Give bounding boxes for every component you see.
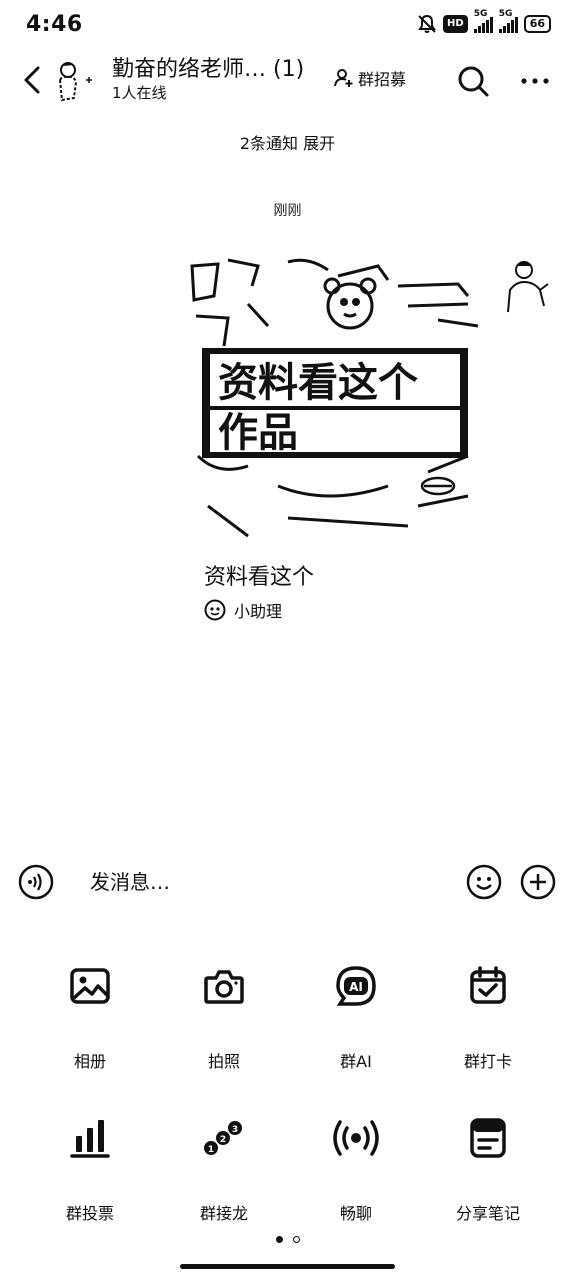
chat-screen: 4:46 HD 5G 5G 66 勤奋的络老师… (1) 1人在线 群招募 2条… (0, 0, 575, 1280)
tool-label: 群AI (340, 1052, 372, 1071)
voice-icon[interactable] (18, 864, 54, 900)
hd-badge: HD (443, 15, 468, 33)
tool-live-chat[interactable]: 畅聊 (296, 1116, 416, 1224)
group-title: 勤奋的络老师… (1) (112, 57, 305, 82)
tool-label: 相册 (73, 1052, 106, 1071)
sender-avatar[interactable] (500, 256, 550, 318)
image-icon (70, 968, 110, 1004)
signal-icon-1: 5G (473, 9, 493, 33)
svg-text:2: 2 (220, 1135, 226, 1145)
bar-chart-icon (70, 1120, 110, 1158)
status-icons: HD 5G 5G 66 (417, 9, 551, 34)
card-title: 资料看这个 (204, 565, 315, 590)
battery-icon: 66 (523, 15, 551, 33)
panel-pager (0, 1236, 575, 1243)
svg-text:作品: 作品 (218, 410, 298, 456)
pager-dot-active[interactable] (275, 1236, 283, 1243)
svg-text:资料看这个: 资料看这个 (218, 360, 418, 406)
tool-group-ai[interactable]: AI 群AI (296, 964, 416, 1072)
svg-text:1: 1 (208, 1145, 214, 1155)
cover-illustration: 资料看这个 作品 (188, 256, 484, 552)
message-input-bar (0, 856, 575, 908)
online-count: 1人在线 (112, 84, 167, 102)
recruit-label: 群招募 (358, 70, 407, 89)
tool-vote[interactable]: 群投票 (30, 1116, 150, 1224)
tool-share-note[interactable]: 分享笔记 (428, 1116, 548, 1224)
message-timestamp: 刚刚 (273, 203, 302, 219)
message-input[interactable] (80, 864, 460, 900)
group-recruit-button[interactable]: 群招募 (334, 66, 406, 90)
tool-label: 群接龙 (199, 1204, 248, 1223)
status-time: 4:46 (26, 12, 83, 37)
home-indicator[interactable] (180, 1264, 395, 1269)
title-block[interactable]: 勤奋的络老师… (1) 1人在线 (112, 56, 304, 102)
tool-label: 拍照 (207, 1052, 240, 1071)
tool-relay[interactable]: 1 2 3 群接龙 (164, 1116, 284, 1224)
relay-icon: 1 2 3 (204, 1121, 242, 1155)
status-bar: 4:46 HD 5G 5G 66 (0, 0, 575, 52)
shared-note-card[interactable]: 资料看这个 作品 资料看这个 小助理 (188, 256, 484, 622)
svg-text:3: 3 (232, 1125, 238, 1135)
tool-label: 畅聊 (339, 1204, 372, 1223)
broadcast-icon (333, 1120, 379, 1156)
tool-label: 群投票 (65, 1204, 114, 1223)
group-avatar[interactable] (54, 56, 98, 106)
tool-camera[interactable]: 拍照 (164, 964, 284, 1072)
emoji-icon[interactable] (466, 864, 502, 900)
pager-dot[interactable] (292, 1236, 300, 1243)
svg-text:AI: AI (349, 980, 363, 994)
bell-muted-icon (418, 14, 436, 33)
plus-icon[interactable] (520, 864, 556, 900)
signal-icon-2: 5G (498, 9, 518, 33)
tool-checkin[interactable]: 群打卡 (428, 964, 548, 1072)
assistant-avatar-icon (204, 599, 226, 621)
ai-icon: AI (336, 966, 376, 1006)
back-icon[interactable] (16, 62, 52, 98)
chat-header: 勤奋的络老师… (1) 1人在线 群招募 (0, 52, 575, 112)
camera-icon (204, 970, 244, 1004)
notification-banner[interactable]: 2条通知 展开 (0, 130, 575, 154)
checkin-icon (470, 966, 506, 1004)
more-icon[interactable] (518, 66, 552, 96)
card-source: 小助理 (204, 598, 484, 622)
tool-label: 分享笔记 (455, 1204, 520, 1223)
tool-label: 群打卡 (463, 1052, 512, 1071)
note-icon (470, 1118, 506, 1158)
card-cover-image: 资料看这个 作品 (188, 256, 484, 552)
source-name: 小助理 (234, 602, 283, 621)
search-icon[interactable] (456, 64, 490, 98)
tool-album[interactable]: 相册 (30, 964, 150, 1072)
add-person-icon (334, 69, 353, 87)
